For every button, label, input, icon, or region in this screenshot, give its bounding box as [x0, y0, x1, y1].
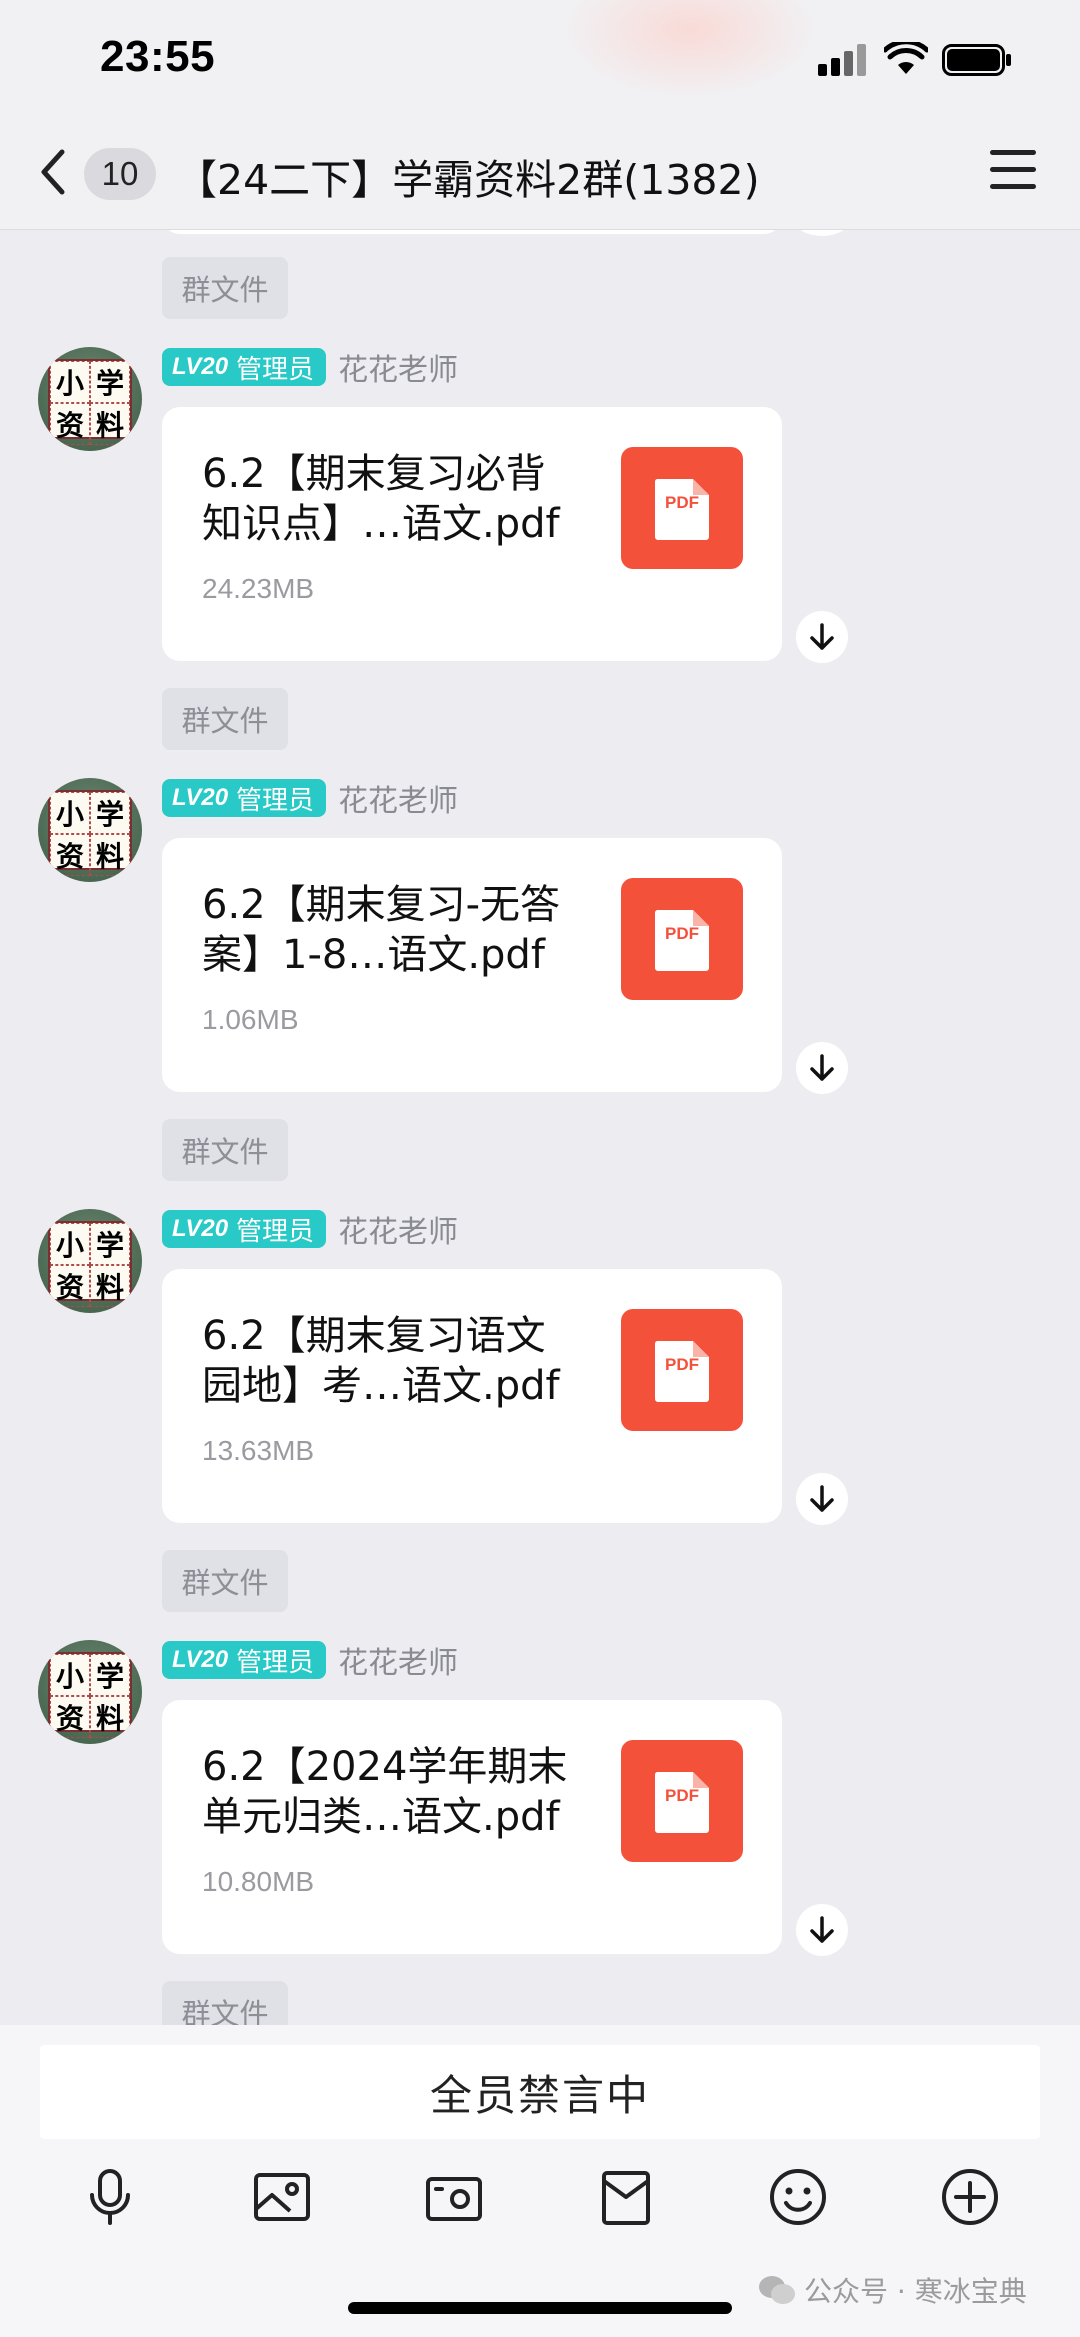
- file-name: 6.2【期末复习-无答 案】1-8…语文.pdf: [202, 882, 561, 978]
- sender-name[interactable]: 花花老师: [338, 1638, 458, 1682]
- system-tag: 群文件: [162, 688, 288, 750]
- level-badge: LV20 管理员: [162, 779, 327, 817]
- file-name: 6.2【期末复习语文 园地】考…语文.pdf: [202, 1313, 560, 1409]
- download-button[interactable]: [796, 611, 848, 663]
- download-button[interactable]: [796, 1042, 848, 1094]
- camera-icon[interactable]: [422, 2165, 486, 2229]
- avatar-logo: 小学 资料: [48, 1652, 132, 1738]
- file-card[interactable]: 6.2【2024学年期末 单元归类…语文.pdf 10.80MB PDF: [162, 1700, 782, 1954]
- sender-name[interactable]: 花花老师: [338, 1207, 458, 1251]
- pdf-file-icon: PDF: [621, 1309, 743, 1431]
- download-arrow-icon: [810, 1054, 834, 1081]
- system-tag: 群文件: [162, 1550, 288, 1612]
- sender-row: LV20 管理员 花花老师: [162, 776, 458, 820]
- cellular-signal-icon: [818, 44, 870, 76]
- download-button[interactable]: [796, 1473, 848, 1525]
- sender-row: LV20 管理员 花花老师: [162, 1638, 458, 1682]
- avatar-logo: 小学 资料: [48, 359, 132, 445]
- download-button[interactable]: [796, 1904, 848, 1956]
- level-badge: LV20 管理员: [162, 1641, 327, 1679]
- status-glow: [560, 0, 820, 100]
- avatar-logo: 小学 资料: [48, 1221, 132, 1307]
- download-arrow-icon: [810, 1916, 834, 1943]
- file-name: 6.2【2024学年期末 单元归类…语文.pdf: [202, 1744, 568, 1840]
- chat-title: 【24二下】学霸资料2群(1382): [176, 156, 760, 204]
- system-tag: 群文件: [162, 1119, 288, 1181]
- file-size: 24.23MB: [202, 573, 315, 604]
- file-size: 13.63MB: [202, 1435, 315, 1466]
- avatar[interactable]: 小学 资料: [38, 1209, 142, 1313]
- top-bar: 23:55 10 【24二下】学霸资料2群(1382): [0, 0, 1080, 230]
- sender-name[interactable]: 花花老师: [338, 776, 458, 820]
- download-arrow-icon: [810, 623, 834, 650]
- file-card[interactable]: 6.2【期末复习语文 园地】考…语文.pdf 13.63MB PDF: [162, 1269, 782, 1523]
- status-time: 23:55: [100, 32, 216, 81]
- pdf-file-icon: PDF: [621, 878, 743, 1000]
- wechat-icon: [759, 2276, 795, 2304]
- avatar[interactable]: 小学 资料: [38, 1640, 142, 1744]
- file-name: 6.2【期末复习必背 知识点】…语文.pdf: [202, 451, 560, 547]
- previous-download-button[interactable]: [796, 230, 848, 236]
- download-arrow-icon: [810, 1485, 834, 1512]
- watermark: 公众号 · 寒冰宝典: [758, 2270, 1027, 2310]
- menu-line: [990, 150, 1036, 155]
- chat-area[interactable]: 群文件 小学 资料 LV20 管理员 花花老师 6.2【期末复习必背 知识点】……: [0, 230, 1080, 2025]
- plus-icon[interactable]: [938, 2165, 1002, 2229]
- pdf-file-icon: PDF: [621, 447, 743, 569]
- wifi-icon: [884, 42, 928, 74]
- microphone-icon[interactable]: [78, 2165, 142, 2229]
- image-icon[interactable]: [250, 2165, 314, 2229]
- home-indicator[interactable]: [348, 2302, 732, 2314]
- level-badge: LV20 管理员: [162, 1210, 327, 1248]
- menu-button[interactable]: [990, 150, 1036, 196]
- emoji-icon[interactable]: [766, 2165, 830, 2229]
- file-size: 1.06MB: [202, 1004, 299, 1035]
- file-size: 10.80MB: [202, 1866, 315, 1897]
- file-card[interactable]: 6.2【期末复习必背 知识点】…语文.pdf 24.23MB PDF: [162, 407, 782, 661]
- avatar-logo: 小学 资料: [48, 790, 132, 876]
- level-badge: LV20 管理员: [162, 348, 327, 386]
- muted-notice: 全员禁言中: [40, 2045, 1040, 2139]
- back-button[interactable]: [30, 142, 80, 202]
- sender-row: LV20 管理员 花花老师: [162, 345, 458, 389]
- pdf-file-icon: PDF: [621, 1740, 743, 1862]
- sender-name[interactable]: 花花老师: [338, 345, 458, 389]
- system-tag: 群文件: [162, 257, 288, 319]
- unread-count-badge[interactable]: 10: [84, 148, 156, 200]
- avatar[interactable]: 小学 资料: [38, 778, 142, 882]
- sender-row: LV20 管理员 花花老师: [162, 1207, 458, 1251]
- previous-file-card[interactable]: [162, 230, 782, 234]
- menu-line: [990, 167, 1036, 172]
- battery-icon: [942, 44, 1011, 76]
- file-card[interactable]: 6.2【期末复习-无答 案】1-8…语文.pdf 1.06MB PDF: [162, 838, 782, 1092]
- menu-line: [990, 184, 1036, 189]
- red-packet-icon[interactable]: [594, 2165, 658, 2229]
- avatar[interactable]: 小学 资料: [38, 347, 142, 451]
- system-tag: 群文件: [162, 1981, 288, 2025]
- watermark-text: 公众号 · 寒冰宝典: [804, 2275, 1027, 2308]
